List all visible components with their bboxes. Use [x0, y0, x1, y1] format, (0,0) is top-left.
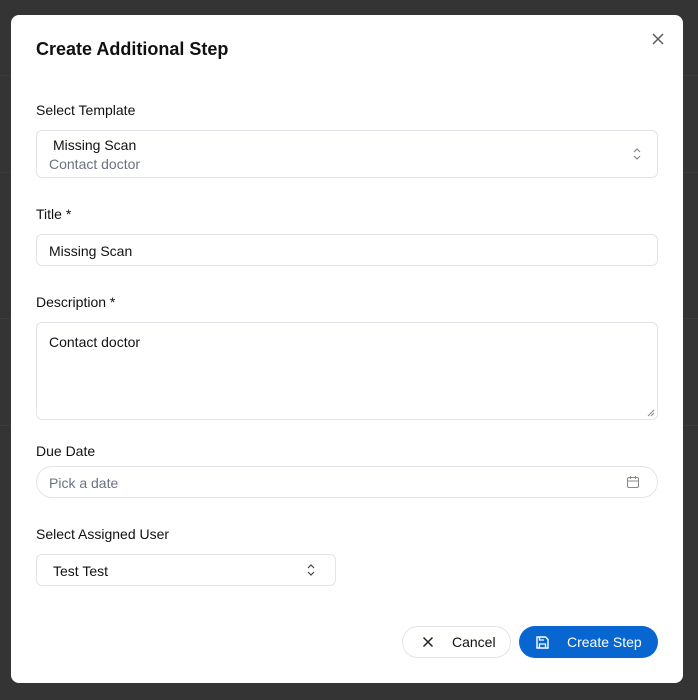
create-step-button[interactable]: Create Step [519, 626, 658, 658]
cancel-label: Cancel [452, 634, 496, 650]
description-textarea[interactable]: Contact doctor [36, 322, 658, 420]
due-date-label: Due Date [36, 443, 96, 459]
title-label: Title * [36, 206, 72, 222]
title-value: Missing Scan [49, 243, 133, 259]
close-icon [422, 636, 434, 648]
assigned-user-value: Test Test [53, 563, 108, 579]
resize-handle-icon[interactable] [647, 409, 655, 417]
title-input[interactable]: Missing Scan [36, 234, 658, 266]
description-value: Contact doctor [49, 334, 141, 350]
assigned-user-select[interactable]: Test Test [36, 554, 336, 586]
chevron-up-down-icon [633, 148, 641, 160]
template-selected-description: Contact doctor [49, 156, 141, 172]
template-label: Select Template [36, 102, 136, 118]
close-icon[interactable] [651, 32, 665, 46]
template-selected-title: Missing Scan [53, 137, 137, 153]
description-label: Description * [36, 294, 116, 310]
assigned-user-label: Select Assigned User [36, 526, 170, 542]
save-icon [536, 635, 549, 649]
dialog-title: Create Additional Step [36, 39, 229, 59]
due-date-picker[interactable]: Pick a date [36, 466, 658, 498]
cancel-button[interactable]: Cancel [402, 626, 511, 658]
template-select[interactable]: Missing Scan Contact doctor [36, 130, 658, 178]
calendar-icon [627, 476, 639, 488]
create-step-dialog: Create Additional Step Select Template M… [11, 15, 683, 683]
chevron-up-down-icon [307, 564, 315, 576]
create-step-label: Create Step [567, 634, 642, 650]
due-date-placeholder: Pick a date [49, 475, 119, 491]
